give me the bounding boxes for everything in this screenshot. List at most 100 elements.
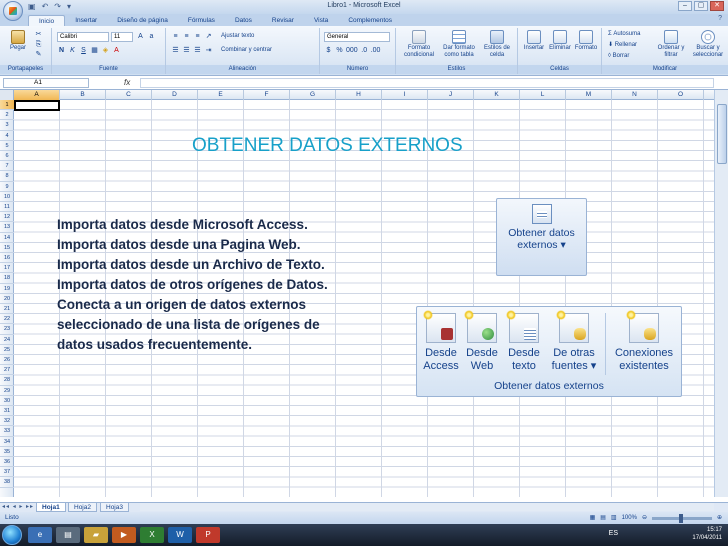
row-header[interactable]: 5	[0, 141, 14, 151]
tab-revisar[interactable]: Revisar	[262, 15, 304, 26]
media-player-icon[interactable]: ▶	[112, 527, 136, 543]
minimize-button[interactable]: –	[678, 1, 692, 11]
row-header[interactable]: 4	[0, 131, 14, 141]
row-header[interactable]: 27	[0, 365, 14, 376]
align-middle-icon[interactable]: ≡	[182, 32, 191, 41]
grow-font-icon[interactable]: A	[136, 32, 145, 41]
row-header[interactable]: 21	[0, 304, 14, 315]
start-button[interactable]	[2, 525, 22, 545]
excel-taskbar-icon[interactable]: X	[140, 527, 164, 543]
cell-styles-button[interactable]: Estilos de celda	[480, 30, 514, 59]
row-header[interactable]: 18	[0, 273, 14, 284]
shrink-font-icon[interactable]: a	[147, 32, 156, 41]
column-header[interactable]: I	[382, 90, 428, 100]
explorer-icon[interactable]: ▤	[56, 527, 80, 543]
column-header[interactable]: H	[336, 90, 382, 100]
row-header[interactable]: 3	[0, 120, 14, 131]
sort-filter-button[interactable]: Ordenar y filtrar	[654, 30, 688, 59]
sheet-tab-hoja2[interactable]: Hoja2	[68, 503, 97, 512]
row-header[interactable]: 25	[0, 345, 14, 355]
align-left-icon[interactable]: ☰	[171, 46, 180, 55]
indent-icon[interactable]: ⇥	[204, 46, 213, 55]
tab-diseno[interactable]: Diseño de página	[107, 15, 178, 26]
normal-view-icon[interactable]: ▦	[590, 512, 596, 524]
insert-function-icon[interactable]: fx	[124, 78, 130, 87]
page-break-icon[interactable]: ▥	[611, 512, 617, 524]
existing-connections-button[interactable]: Conexiones existentes	[609, 310, 679, 373]
row-header[interactable]: 8	[0, 171, 14, 182]
row-header[interactable]: 16	[0, 253, 14, 264]
row-header[interactable]: 38	[0, 477, 14, 488]
sheet-tab-hoja1[interactable]: Hoja1	[36, 503, 66, 512]
other-sources-button[interactable]: De otras fuentes ▾	[547, 310, 601, 373]
column-header[interactable]: N	[612, 90, 658, 100]
font-name-field[interactable]: Calibri	[57, 32, 109, 42]
row-header[interactable]: 30	[0, 396, 14, 406]
row-header[interactable]: 36	[0, 457, 14, 468]
scroll-thumb[interactable]	[717, 104, 727, 164]
column-header[interactable]: F	[244, 90, 290, 100]
row-header[interactable]: 32	[0, 416, 14, 427]
formula-input[interactable]	[140, 78, 714, 88]
tab-formulas[interactable]: Fórmulas	[178, 15, 225, 26]
row-header[interactable]: 1	[0, 100, 14, 111]
column-header[interactable]: D	[152, 90, 198, 100]
column-header[interactable]: L	[520, 90, 566, 100]
format-cells-button[interactable]: Formato	[573, 30, 599, 52]
from-web-button[interactable]: Desde Web	[463, 310, 501, 373]
tab-insertar[interactable]: Insertar	[65, 15, 107, 26]
format-as-table-button[interactable]: Dar formato como tabla	[440, 30, 478, 59]
vertical-scrollbar[interactable]	[714, 90, 728, 497]
row-header[interactable]: 29	[0, 386, 14, 396]
row-header[interactable]: 17	[0, 263, 14, 274]
merge-center-button[interactable]: Combinar y centrar	[221, 47, 272, 54]
underline-icon[interactable]: S	[79, 46, 88, 55]
zoom-out-icon[interactable]: ⊖	[642, 512, 647, 524]
row-header[interactable]: 23	[0, 324, 14, 335]
font-size-field[interactable]: 11	[111, 32, 133, 42]
language-indicator[interactable]: ES	[609, 530, 618, 537]
row-header[interactable]: 13	[0, 222, 14, 233]
row-header[interactable]: 2	[0, 110, 14, 121]
align-center-icon[interactable]: ☰	[182, 46, 191, 55]
decrease-decimal-icon[interactable]: .00	[371, 46, 381, 55]
office-button[interactable]	[3, 1, 23, 21]
name-box[interactable]: A1	[3, 78, 89, 88]
column-header[interactable]: E	[198, 90, 244, 100]
fill-color-icon[interactable]: ◈	[101, 46, 110, 55]
column-header[interactable]: O	[658, 90, 704, 100]
number-format-field[interactable]: General	[324, 32, 390, 42]
format-painter-icon[interactable]: ✎	[34, 50, 43, 59]
delete-cells-button[interactable]: Eliminar	[547, 30, 573, 52]
copy-icon[interactable]: ⎘	[34, 40, 43, 49]
zoom-in-icon[interactable]: ⊕	[717, 512, 722, 524]
clock[interactable]: 15:17 17/04/2011	[692, 526, 722, 542]
align-right-icon[interactable]: ☰	[193, 46, 202, 55]
autosum-button[interactable]: Σ Autosuma	[608, 31, 640, 38]
row-header[interactable]: 15	[0, 243, 14, 253]
row-header[interactable]: 7	[0, 161, 14, 172]
row-header[interactable]: 28	[0, 375, 14, 386]
insert-cells-button[interactable]: Insertar	[521, 30, 547, 52]
row-header[interactable]: 11	[0, 202, 14, 213]
folder-icon[interactable]: ▰	[84, 527, 108, 543]
column-header[interactable]: A	[14, 90, 60, 100]
active-cell[interactable]	[14, 100, 60, 111]
align-bottom-icon[interactable]: ≡	[193, 32, 202, 41]
currency-icon[interactable]: $	[324, 46, 333, 55]
tab-inicio[interactable]: Inicio	[28, 15, 66, 26]
column-header[interactable]: B	[60, 90, 106, 100]
row-header[interactable]: 22	[0, 314, 14, 325]
row-header[interactable]: 34	[0, 437, 14, 447]
wrap-text-button[interactable]: Ajustar texto	[221, 33, 254, 40]
row-header[interactable]: 14	[0, 233, 14, 243]
font-color-icon[interactable]: A	[112, 46, 121, 55]
increase-decimal-icon[interactable]: .0	[360, 46, 369, 55]
row-header[interactable]: 20	[0, 294, 14, 304]
close-button[interactable]: ✕	[710, 1, 724, 11]
clear-button[interactable]: ◊ Borrar	[608, 53, 629, 60]
powerpoint-taskbar-icon[interactable]: P	[196, 527, 220, 543]
row-header[interactable]: 37	[0, 467, 14, 478]
tab-datos[interactable]: Datos	[225, 15, 262, 26]
horizontal-scrollbar[interactable]	[140, 503, 714, 511]
